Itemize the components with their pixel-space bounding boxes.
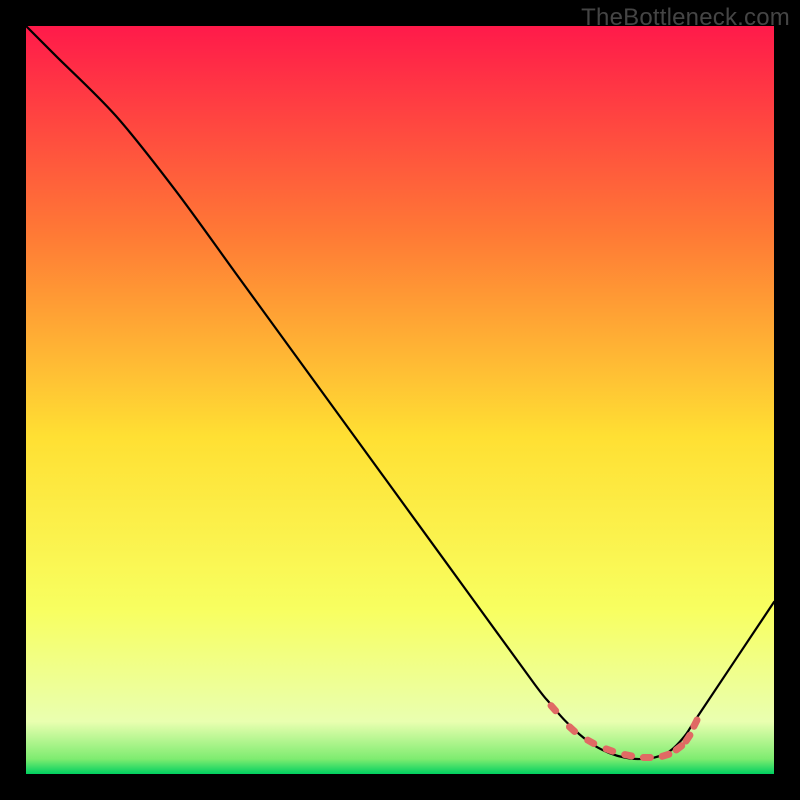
chart-svg: [26, 26, 774, 774]
watermark-text: TheBottleneck.com: [581, 4, 790, 32]
gradient-background: [26, 26, 774, 774]
chart-frame: TheBottleneck.com: [0, 0, 800, 800]
plot-area: [26, 26, 774, 774]
marker-dash: [640, 754, 654, 761]
